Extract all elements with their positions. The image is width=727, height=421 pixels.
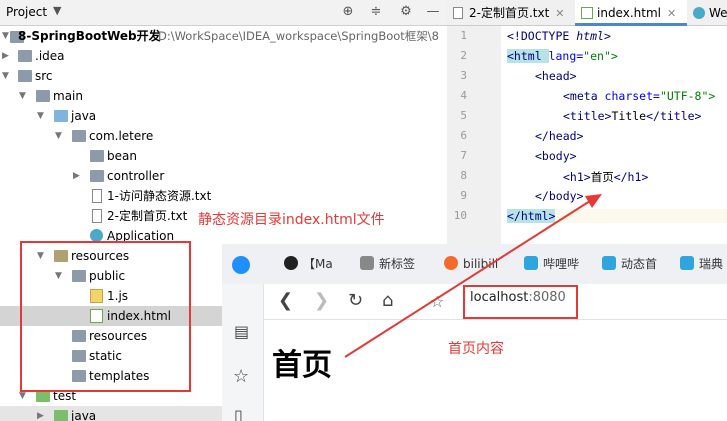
arrow-line <box>344 200 591 358</box>
arrow-head <box>585 194 602 208</box>
annotation-arrow <box>344 194 602 358</box>
